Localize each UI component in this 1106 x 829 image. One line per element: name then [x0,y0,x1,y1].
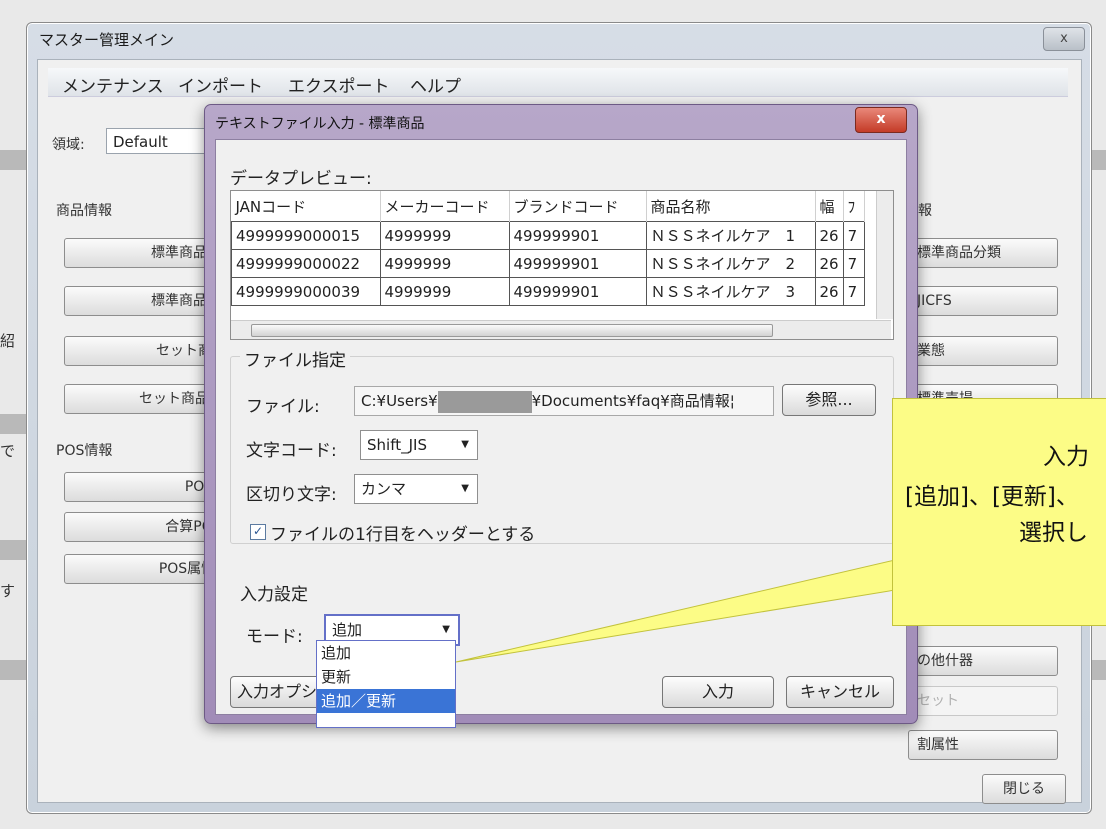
cell: 499999901 [508,249,647,278]
mode-option-add-update[interactable]: 追加／更新 [317,689,455,713]
product-info-label: 商品情報 [56,203,112,219]
business-type-button[interactable]: 業態 [908,336,1058,366]
window-title: マスター管理メイン [39,31,175,49]
header-row-label: ファイルの1行目をヘッダーとする [270,525,536,545]
input-button[interactable]: 入力 [662,676,774,708]
mode-value: 追加 [332,621,363,639]
data-preview-label: データプレビュー: [230,169,372,189]
set-button[interactable]: セット [908,686,1058,716]
cell: 26 [814,249,844,278]
menu-bar: メンテナンス インポート エクスポート ヘルプ [48,68,1068,97]
mode-dropdown-list[interactable]: 追加 更新 追加／更新 [316,640,456,728]
col-next[interactable]: ﾌ [843,191,865,222]
cell: ＮＳＳネイルケア 1 [645,221,816,250]
mode-option-update[interactable]: 更新 [317,665,455,689]
delimiter-label: 区切り文字: [246,485,337,505]
cell: 4999999 [379,249,510,278]
standard-product-category-button[interactable]: 標準商品分類 [908,238,1058,268]
mode-label: モード: [246,627,303,647]
file-path-prefix: C:¥Users¥ [361,392,438,410]
col-brand[interactable]: ブランドコード [509,191,647,222]
redacted-username [437,390,532,413]
cell: ＮＳＳネイルケア 2 [645,249,816,278]
edge-text: で [0,442,16,460]
grid-horizontal-scrollbar[interactable] [231,320,891,339]
table-row[interactable]: 4999999000039 4999999 499999901 ＮＳＳネイルケア… [231,277,865,306]
cell: 4999999 [379,221,510,250]
other-fixtures-button[interactable]: の他什器 [908,646,1058,676]
header-row-checkbox[interactable]: ✓ [250,524,266,540]
scroll-thumb[interactable] [251,324,773,337]
delimiter-select[interactable]: カンマ ▼ [354,474,478,504]
cell: 4999999000022 [231,249,381,278]
region-label: 領域: [52,137,85,153]
pos-info-label: POS情報 [56,443,113,459]
callout-line-1: 入力 [1043,444,1089,470]
menu-help[interactable]: ヘルプ [410,72,461,97]
cancel-button[interactable]: キャンセル [786,676,894,708]
data-preview-grid[interactable]: JANコード メーカーコード ブランドコード 商品名称 幅 ﾌ 49999990… [230,190,894,340]
mode-option-add[interactable]: 追加 [317,641,455,665]
cell: 499999901 [508,277,647,306]
file-path-suffix: ¥Documents¥faq¥商品情報¦ [531,392,735,410]
col-maker[interactable]: メーカーコード [380,191,510,222]
cell: 7 [842,277,865,306]
callout-line-3: 選択し [1019,520,1088,546]
cell: 4999999 [379,277,510,306]
dialog-client: データプレビュー: JANコード メーカーコード ブランドコード 商品名称 幅 … [215,139,907,715]
right-section-label: 報 [918,203,932,219]
col-jan[interactable]: JANコード [231,191,381,222]
menu-maintenance[interactable]: メンテナンス [62,72,164,97]
edge-text: す [0,582,16,600]
browse-button[interactable]: 参照... [782,384,876,416]
cell: 26 [814,277,844,306]
dialog-title: テキストファイル入力 - 標準商品 [215,116,425,132]
grid-vertical-scrollbar[interactable] [876,191,893,319]
file-spec-label: ファイル指定 [240,346,350,371]
cell: 499999901 [508,221,647,250]
close-main-button[interactable]: 閉じる [982,774,1066,804]
text-file-input-dialog: テキストファイル入力 - 標準商品 x データプレビュー: JANコード メーカ… [204,104,918,724]
chevron-down-icon: ▼ [461,483,469,494]
jicfs-button[interactable]: JICFS [908,286,1058,316]
close-dialog-button[interactable]: x [855,107,907,133]
col-product-name[interactable]: 商品名称 [646,191,816,222]
encoding-select[interactable]: Shift_JIS ▼ [360,430,478,460]
cell: 4999999000015 [231,221,381,250]
cell: 26 [814,221,844,250]
cell: 4999999000039 [231,277,381,306]
file-path-field[interactable]: C:¥Users¥ ¥Documents¥faq¥商品情報¦ [354,386,774,416]
cell: 7 [842,249,865,278]
menu-export[interactable]: エクスポート [288,72,390,97]
discount-attribute-button[interactable]: 割属性 [908,730,1058,760]
grid-header-row: JANコード メーカーコード ブランドコード 商品名称 幅 ﾌ [231,191,865,222]
chevron-down-icon: ▼ [461,439,469,450]
close-window-button[interactable]: x [1043,27,1085,51]
callout-line-2: [追加]、[更新]、 [905,484,1079,510]
callout-note: 入力 [追加]、[更新]、 選択し [892,398,1106,626]
encoding-label: 文字コード: [246,441,337,461]
menu-import[interactable]: インポート [178,72,263,97]
table-row[interactable]: 4999999000022 4999999 499999901 ＮＳＳネイルケア… [231,249,865,278]
col-width[interactable]: 幅 [815,191,844,222]
delimiter-value: カンマ [361,480,407,498]
table-row[interactable]: 4999999000015 4999999 499999901 ＮＳＳネイルケア… [231,221,865,250]
input-settings-label: 入力設定 [240,585,308,605]
file-label: ファイル: [246,397,320,417]
cell: 7 [842,221,865,250]
encoding-value: Shift_JIS [367,436,427,454]
cell: ＮＳＳネイルケア 3 [645,277,816,306]
edge-text: 紹 [0,332,16,350]
